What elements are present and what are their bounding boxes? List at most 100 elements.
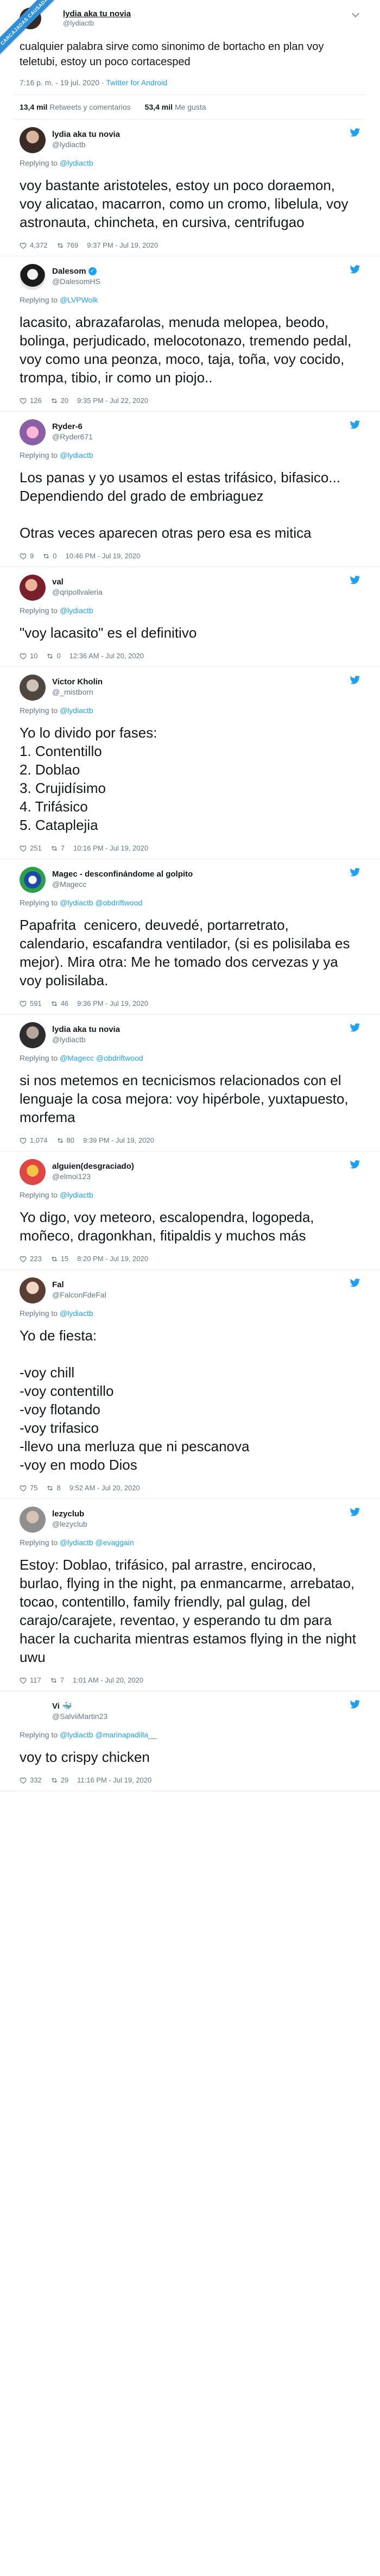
retweet-button[interactable]: 0: [42, 552, 56, 560]
like-button[interactable]: 75: [20, 1484, 37, 1492]
twitter-bird-icon[interactable]: [350, 1160, 360, 1169]
twitter-bird-icon[interactable]: [350, 676, 360, 684]
reply-time[interactable]: 10:16 PM - Jul 19, 2020: [73, 844, 148, 852]
author-name[interactable]: lydia aka tu novia: [52, 129, 120, 140]
author-name[interactable]: Vi 🐳: [52, 1701, 72, 1711]
reply-text: Yo digo, voy meteoro, escalopendra, logo…: [20, 1209, 318, 1244]
avatar[interactable]: [20, 675, 46, 701]
like-button[interactable]: 251: [20, 844, 42, 852]
avatar[interactable]: [20, 419, 46, 445]
retweet-button[interactable]: 80: [56, 1136, 74, 1144]
author-name[interactable]: lydia aka tu novia: [52, 1024, 120, 1035]
replying-handle[interactable]: @lydiactb @marinapadilla__: [60, 1730, 157, 1739]
replying-handle[interactable]: @lydiactb: [60, 706, 93, 715]
author-name[interactable]: Magec - desconfinándome al golpito: [52, 869, 193, 879]
retweet-icon: [50, 397, 58, 405]
like-button[interactable]: 591: [20, 999, 42, 1007]
author-name[interactable]: alguien(desgraciado): [52, 1161, 134, 1172]
avatar[interactable]: [20, 1507, 46, 1533]
likes-stat[interactable]: 53,4 mil Me gusta: [145, 103, 206, 111]
avatar[interactable]: [20, 575, 46, 601]
replying-handle[interactable]: @Magecc @obdriftwood: [60, 1054, 143, 1062]
tweet-source[interactable]: Twitter for Android: [106, 78, 167, 87]
author-name[interactable]: lydia aka tu novia: [63, 9, 131, 19]
tweet-text: cualquier palabra sirve como sinonimo de…: [20, 41, 324, 68]
author-handle[interactable]: @lydiactb: [52, 140, 120, 149]
reply-time[interactable]: 11:16 PM - Jul 19, 2020: [77, 1776, 151, 1784]
author-handle[interactable]: @SalviiMartin23: [52, 1711, 107, 1721]
author-handle[interactable]: @qripollvaleria: [52, 587, 103, 597]
replying-handle[interactable]: @lydiactb: [60, 1309, 93, 1318]
replying-prefix: Replying to: [20, 451, 60, 459]
author-name[interactable]: Fal: [52, 1280, 64, 1290]
reply-time[interactable]: 10:46 PM - Jul 19, 2020: [65, 552, 140, 560]
like-button[interactable]: 10: [20, 652, 37, 660]
author-name[interactable]: lezyclub: [52, 1509, 84, 1519]
avatar[interactable]: [20, 1699, 46, 1725]
retweets-count: 13,4 mil: [20, 103, 48, 111]
retweet-button[interactable]: 7: [50, 844, 65, 852]
reply-time[interactable]: 9:52 AM - Jul 20, 2020: [69, 1484, 140, 1492]
author-name[interactable]: Dalesom: [52, 266, 86, 276]
twitter-bird-icon[interactable]: [350, 265, 360, 274]
like-button[interactable]: 332: [20, 1776, 42, 1784]
like-button[interactable]: 126: [20, 396, 42, 405]
author-handle[interactable]: @Ryder671: [52, 432, 93, 442]
author-handle[interactable]: @FalconFdeFal: [52, 1290, 106, 1300]
author-handle[interactable]: @lydiactb: [52, 1035, 120, 1044]
like-button[interactable]: 9: [20, 552, 34, 560]
retweet-button[interactable]: 0: [46, 652, 61, 660]
like-button[interactable]: 4,372: [20, 241, 48, 249]
author-handle[interactable]: @elmoi123: [52, 1172, 134, 1181]
replying-handle[interactable]: @lydiactb: [60, 159, 93, 167]
reply-time[interactable]: 8:20 PM - Jul 19, 2020: [77, 1255, 148, 1263]
twitter-bird-icon[interactable]: [350, 868, 360, 877]
author-handle[interactable]: @Magecc: [52, 879, 193, 889]
retweet-button[interactable]: 46: [50, 999, 68, 1007]
author-handle[interactable]: @lezyclub: [52, 1519, 87, 1529]
page: CARCAJADAS CAUSADAS lydia aka tu novia @…: [0, 0, 380, 2576]
avatar[interactable]: [20, 127, 46, 153]
avatar[interactable]: [20, 1022, 46, 1048]
avatar[interactable]: [20, 1159, 46, 1185]
like-button[interactable]: 117: [20, 1676, 41, 1684]
like-button[interactable]: 1,074: [20, 1136, 48, 1144]
author-handle[interactable]: @lydiactb: [63, 19, 131, 28]
reply-time[interactable]: 9:39 PM - Jul 19, 2020: [83, 1136, 154, 1144]
retweet-button[interactable]: 769: [56, 241, 78, 249]
twitter-bird-icon[interactable]: [350, 1278, 360, 1287]
like-button[interactable]: 223: [20, 1255, 42, 1263]
avatar[interactable]: [20, 867, 46, 893]
avatar[interactable]: [20, 264, 46, 290]
retweets-stat[interactable]: 13,4 mil Retweets y comentarios: [20, 103, 131, 111]
author-handle[interactable]: @DalesomHS: [52, 276, 100, 286]
replying-handle[interactable]: @lydiactb @obdriftwood: [60, 898, 142, 907]
author-handle[interactable]: @_mistborn: [52, 687, 103, 697]
twitter-bird-icon[interactable]: [350, 1508, 360, 1516]
tweet-time[interactable]: 7:16 p. m. - 19 jul. 2020 ·: [20, 78, 106, 87]
reply-time[interactable]: 9:35 PM - Jul 22, 2020: [77, 396, 148, 405]
twitter-bird-icon[interactable]: [350, 1700, 360, 1709]
retweet-button[interactable]: 7: [50, 1676, 64, 1684]
replying-handle[interactable]: @lydiactb: [60, 1191, 93, 1199]
replying-handle[interactable]: @lydiactb: [60, 606, 93, 615]
replying-handle[interactable]: @LVPWolk: [60, 295, 98, 304]
replying-handle[interactable]: @lydiactb @evaggain: [60, 1538, 134, 1547]
retweet-button[interactable]: 15: [50, 1255, 68, 1263]
twitter-bird-icon[interactable]: [350, 128, 360, 137]
avatar[interactable]: [20, 1277, 46, 1303]
author-name[interactable]: Victor Kholin: [52, 677, 103, 687]
twitter-bird-icon[interactable]: [350, 420, 360, 429]
twitter-bird-icon[interactable]: [350, 576, 360, 584]
reply-time[interactable]: 1:01 AM - Jul 20, 2020: [73, 1676, 143, 1684]
retweet-button[interactable]: 29: [50, 1776, 68, 1784]
reply-time[interactable]: 9:36 PM - Jul 19, 2020: [77, 999, 148, 1007]
retweet-button[interactable]: 20: [50, 396, 68, 405]
twitter-bird-icon[interactable]: [350, 1023, 360, 1032]
reply-time[interactable]: 12:36 AM - Jul 20, 2020: [69, 652, 144, 660]
retweet-button[interactable]: 8: [46, 1484, 61, 1492]
replying-handle[interactable]: @lydiactb: [60, 451, 93, 459]
author-name[interactable]: val: [52, 577, 64, 587]
author-name[interactable]: Ryder-6: [52, 421, 83, 432]
reply-time[interactable]: 9:37 PM - Jul 19, 2020: [87, 241, 158, 249]
